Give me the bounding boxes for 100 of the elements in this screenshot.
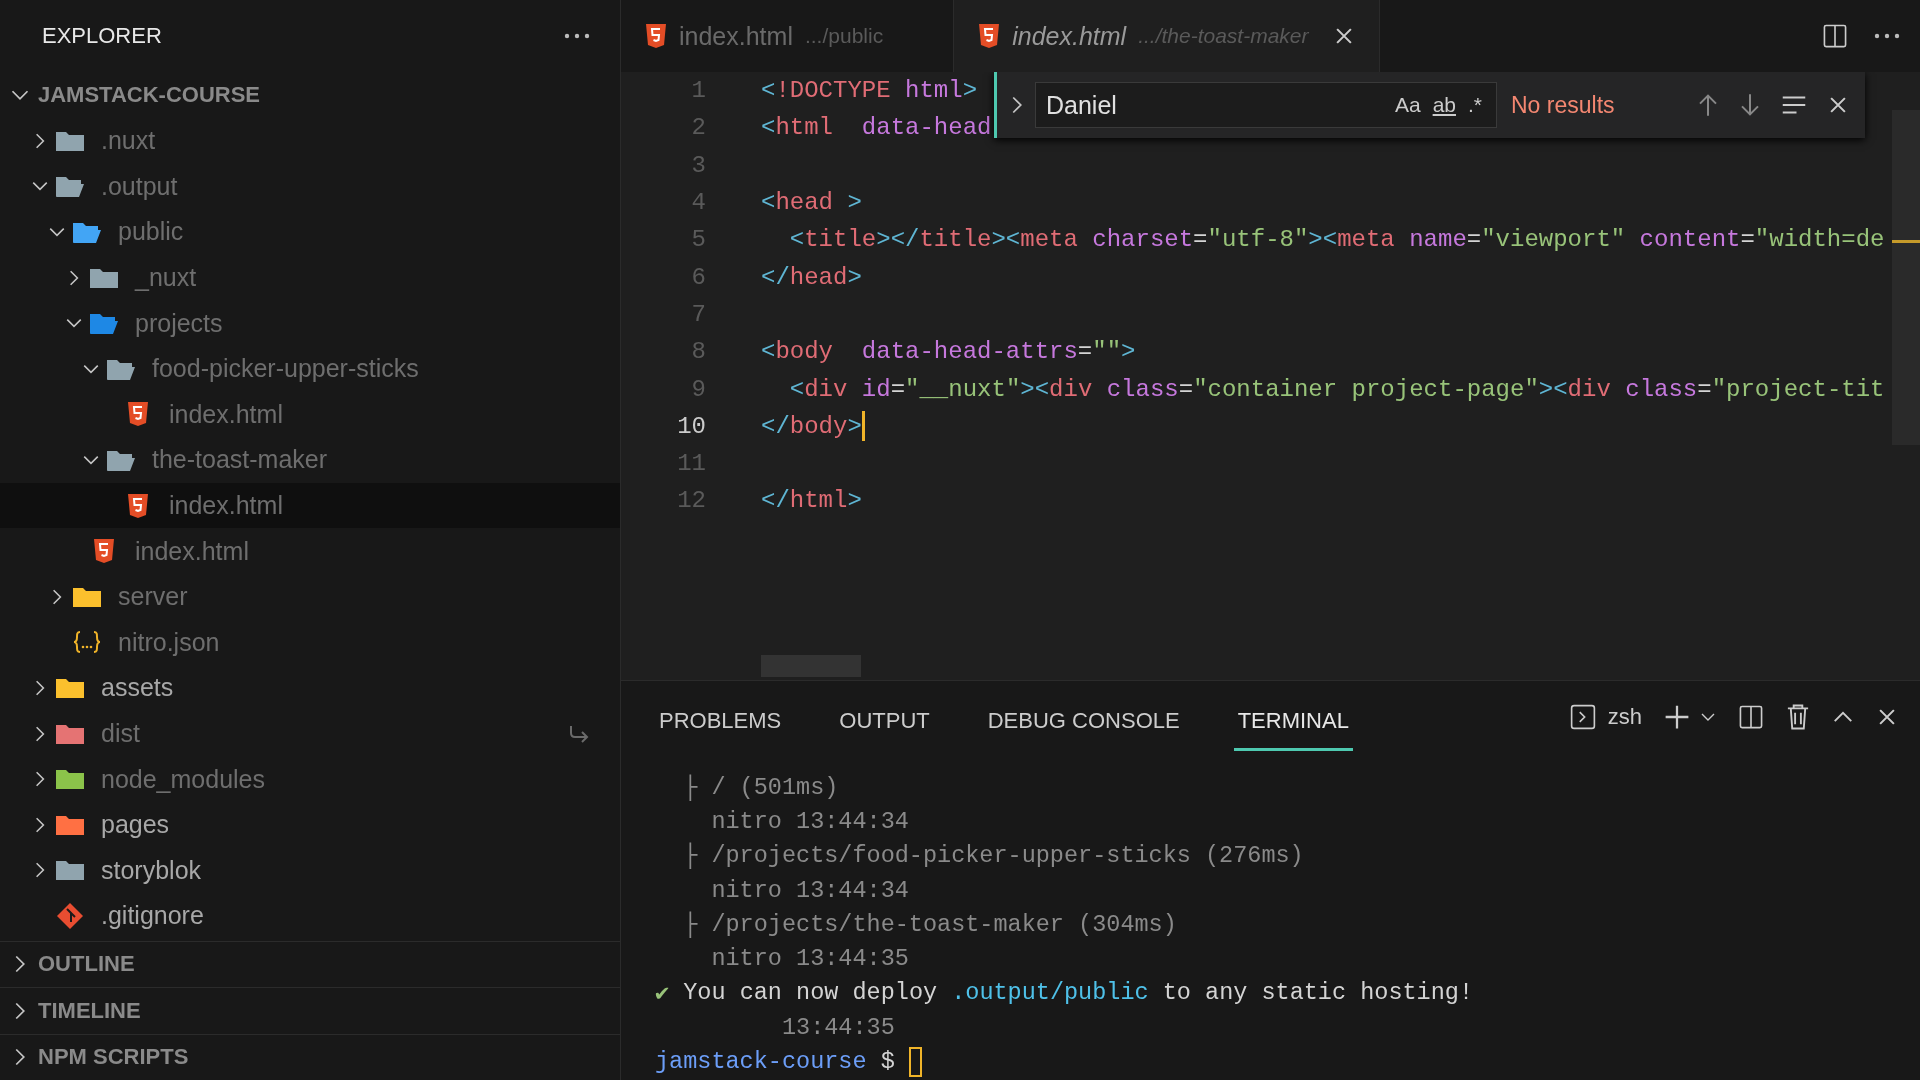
section-title: OUTLINE bbox=[38, 951, 135, 978]
file-name: assets bbox=[101, 673, 175, 703]
tab-title: index.html bbox=[1012, 21, 1127, 51]
panel-tab[interactable]: TERMINAL bbox=[1233, 689, 1353, 751]
explorer-title: EXPLORER bbox=[42, 23, 162, 49]
tree-item[interactable]: index.html bbox=[0, 391, 620, 438]
code-line: </body> bbox=[761, 412, 862, 440]
file-name: .gitignore bbox=[101, 901, 205, 931]
tab-path: .../public bbox=[804, 24, 884, 48]
code-line: <div id="__nuxt"><div class="container project-page"><div class="project-tit bbox=[788, 375, 1885, 403]
tree-item[interactable]: storyblok bbox=[0, 847, 620, 894]
panel-tab[interactable]: DEBUG CONSOLE bbox=[983, 689, 1184, 751]
file-name: index.html bbox=[135, 536, 250, 566]
find-option-toggle[interactable]: Aa bbox=[1388, 93, 1427, 117]
tab-title: index.html bbox=[679, 21, 793, 51]
tree-item[interactable]: .output bbox=[0, 163, 620, 210]
terminal-text: ✔ bbox=[655, 979, 670, 1008]
code-line: <html data-head bbox=[761, 114, 992, 142]
workspace-name: JAMSTACK-COURSE bbox=[38, 82, 261, 108]
terminal-text: You can now deploy bbox=[682, 979, 939, 1007]
panel-tab[interactable]: PROBLEMS bbox=[655, 689, 786, 751]
file-name: pages bbox=[101, 810, 171, 840]
folder-icon bbox=[55, 858, 85, 883]
terminal-text: $ bbox=[879, 1048, 896, 1075]
tree-item[interactable]: index.html bbox=[0, 528, 620, 574]
terminal-icon[interactable] bbox=[1569, 704, 1596, 730]
line-number: 1 bbox=[690, 77, 706, 105]
tab-path: .../the-toast-maker bbox=[1138, 24, 1309, 48]
tree-item[interactable]: .nuxt bbox=[0, 118, 620, 164]
line-number: 4 bbox=[690, 189, 706, 217]
workspace-header[interactable]: JAMSTACK-COURSE bbox=[0, 72, 620, 118]
line-number: 12 bbox=[676, 487, 706, 515]
trash-icon[interactable] bbox=[1786, 704, 1810, 730]
tree-item[interactable]: index.html bbox=[0, 482, 620, 529]
scrollbar-track[interactable] bbox=[1892, 110, 1920, 445]
arrow-up-icon[interactable] bbox=[1697, 93, 1719, 117]
terminal-text: jamstack-course bbox=[655, 1048, 867, 1075]
terminal-text: ├ / (501ms) bbox=[682, 773, 839, 801]
tree-item[interactable]: projects bbox=[0, 300, 620, 346]
tree-item[interactable]: _nuxt bbox=[0, 254, 620, 301]
code-line: <body data-head-attrs=""> bbox=[761, 338, 1136, 366]
arrow-down-icon[interactable] bbox=[1739, 93, 1761, 117]
line-number: 11 bbox=[676, 450, 706, 478]
panel-tab[interactable]: OUTPUT bbox=[835, 689, 934, 751]
open-folder-icon bbox=[89, 311, 119, 336]
terminal-text: nitro 13:44:34 bbox=[710, 807, 909, 835]
line-number: 2 bbox=[690, 114, 706, 142]
tree-item[interactable]: .gitignore bbox=[0, 893, 620, 939]
section-header[interactable]: NPM SCRIPTS bbox=[0, 1033, 620, 1080]
file-name: .nuxt bbox=[101, 126, 157, 156]
code-line: </html> bbox=[761, 487, 862, 515]
tree-item[interactable]: nitro.json bbox=[0, 619, 620, 666]
file-name: storyblok bbox=[101, 855, 203, 885]
section-header[interactable]: OUTLINE bbox=[0, 940, 620, 987]
lines-icon[interactable] bbox=[1781, 95, 1807, 115]
git-icon bbox=[56, 901, 84, 930]
file-name: index.html bbox=[169, 491, 284, 521]
html-file-icon bbox=[978, 23, 1001, 49]
split-terminal-icon[interactable] bbox=[1738, 704, 1764, 730]
line-number: 6 bbox=[690, 263, 706, 291]
editor-tab[interactable]: index.html .../the-toast-maker bbox=[954, 0, 1380, 72]
tree-item[interactable]: dist bbox=[0, 710, 620, 757]
more-icon[interactable] bbox=[564, 33, 590, 39]
file-name: .output bbox=[101, 171, 179, 201]
tree-item[interactable]: node_modules bbox=[0, 756, 620, 802]
line-number: 8 bbox=[690, 338, 706, 366]
braces-icon bbox=[72, 630, 102, 655]
file-name: dist bbox=[101, 719, 141, 748]
find-option-toggle[interactable]: ab bbox=[1426, 93, 1462, 117]
terminal-cursor bbox=[908, 1046, 922, 1077]
split-editor-icon[interactable] bbox=[1822, 23, 1848, 49]
tree-item[interactable]: the-toast-maker bbox=[0, 437, 620, 483]
code-line: <head > bbox=[761, 189, 862, 217]
terminal-text: nitro 13:44:35 bbox=[710, 945, 909, 973]
file-name: the-toast-maker bbox=[152, 445, 329, 475]
scroll-marker bbox=[1892, 240, 1920, 243]
file-name: node_modules bbox=[101, 764, 266, 794]
terminal-text: ├ /projects/food-picker-upper-sticks (276ms) bbox=[682, 842, 1304, 870]
folder-icon bbox=[55, 767, 85, 792]
shell-name[interactable]: zsh bbox=[1607, 704, 1642, 730]
find-field[interactable]: Daniel Aa ab .* bbox=[1035, 82, 1497, 128]
find-option-toggle[interactable]: .* bbox=[1462, 93, 1488, 117]
file-name: server bbox=[118, 582, 189, 612]
tree-item[interactable]: food-picker-upper-sticks bbox=[0, 345, 620, 392]
tree-item[interactable]: pages bbox=[0, 801, 620, 848]
tree-item[interactable]: server bbox=[0, 573, 620, 620]
line-number: 3 bbox=[690, 151, 706, 179]
file-name: projects bbox=[135, 308, 224, 338]
more-icon[interactable] bbox=[1874, 33, 1900, 39]
section-header[interactable]: TIMELINE bbox=[0, 987, 620, 1034]
plus-icon[interactable] bbox=[1664, 704, 1690, 730]
html-file-icon bbox=[127, 401, 149, 428]
terminal-text: 13:44:35 bbox=[780, 1013, 895, 1041]
file-name: nitro.json bbox=[118, 627, 221, 657]
tree-item[interactable]: assets bbox=[0, 665, 620, 711]
html-file-icon bbox=[645, 23, 667, 49]
file-name: food-picker-upper-sticks bbox=[152, 354, 420, 384]
find-result: No results bbox=[1511, 91, 1615, 119]
code-line: <!DOCTYPE html> bbox=[761, 77, 978, 105]
tree-item[interactable]: public bbox=[0, 209, 620, 255]
